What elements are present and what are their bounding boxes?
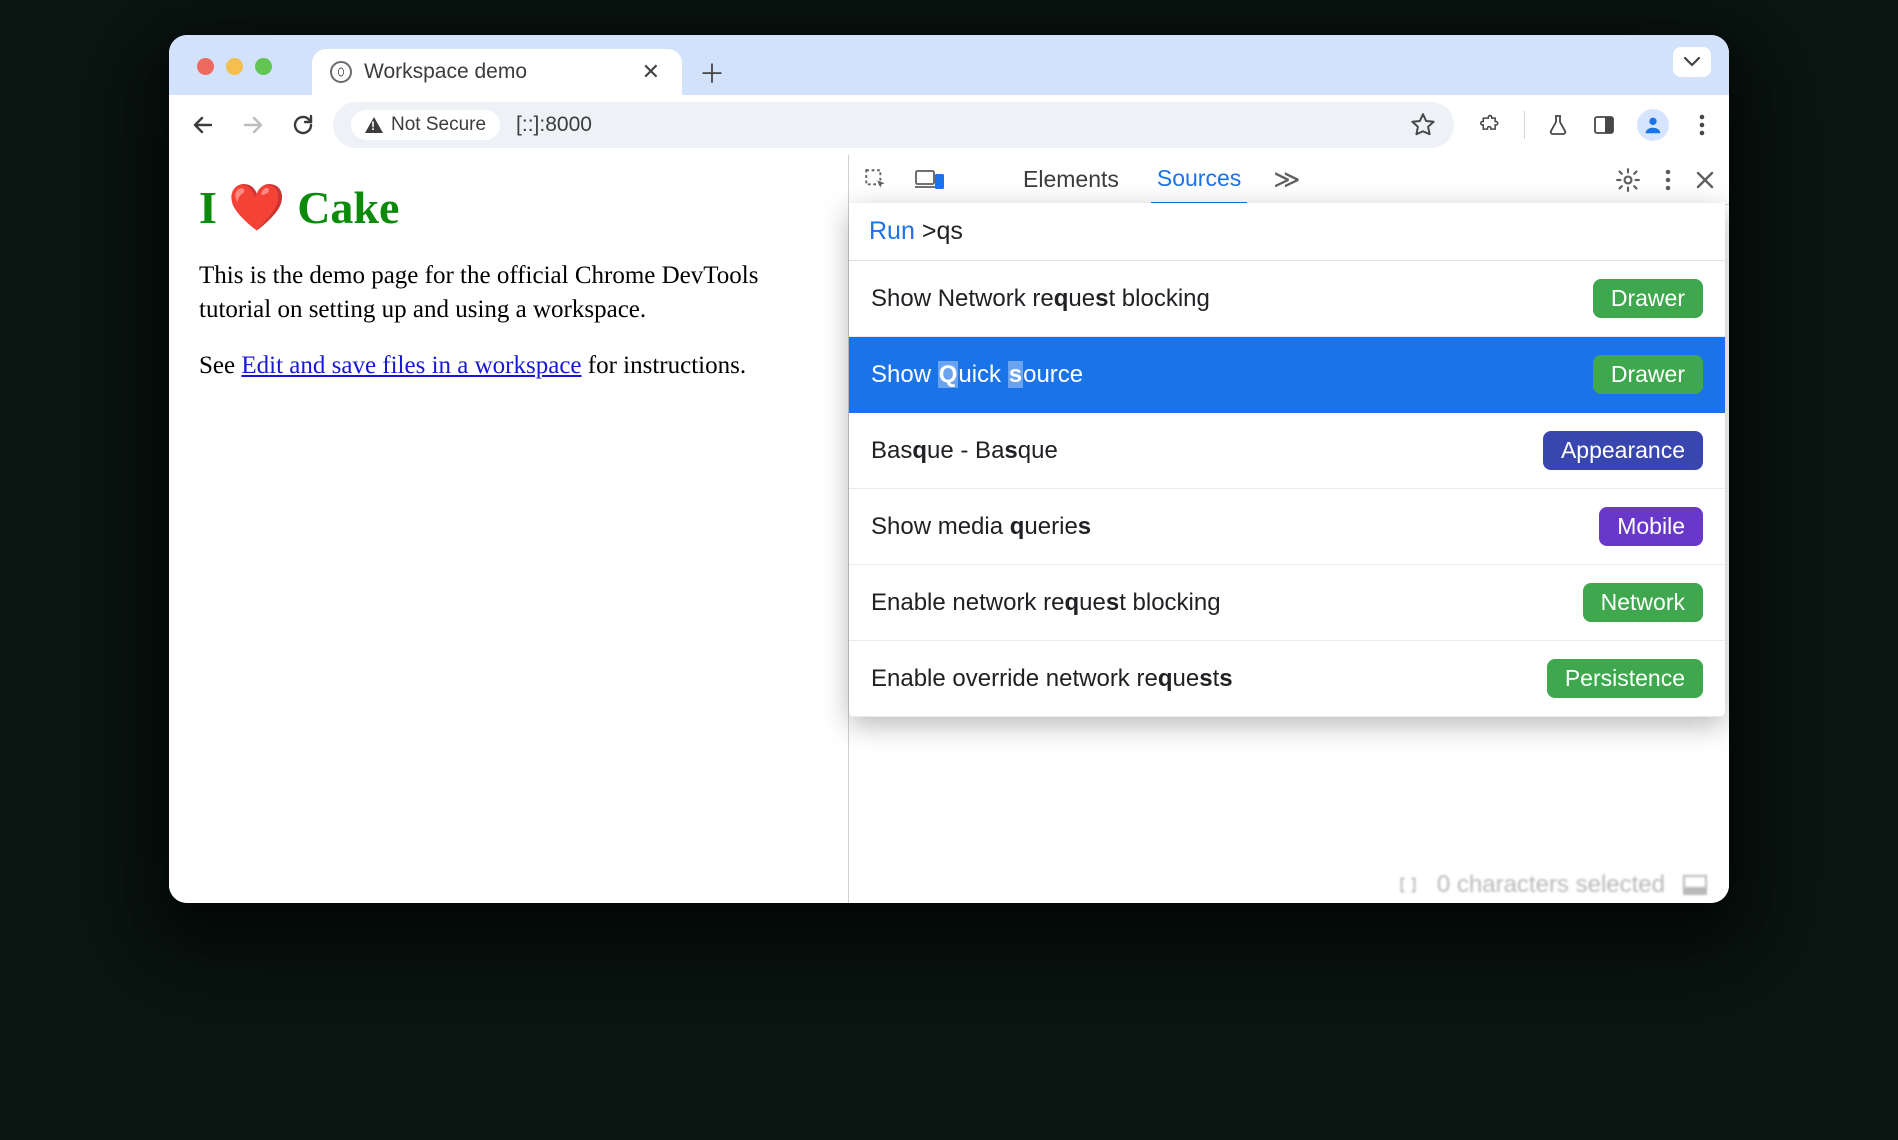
command-menu-item[interactable]: Show Quick source Drawer <box>849 337 1725 413</box>
window-traffic-lights <box>197 58 272 75</box>
window-controls-right <box>1673 47 1711 77</box>
forward-button[interactable] <box>233 105 273 145</box>
star-icon <box>1410 112 1436 138</box>
sidepanel-button[interactable] <box>1591 112 1617 138</box>
heart-icon: ❤️ <box>228 182 285 233</box>
command-item-badge: Mobile <box>1599 507 1703 546</box>
tab-title: Workspace demo <box>364 60 626 84</box>
command-item-label: Show Quick source <box>871 361 1083 389</box>
heading-suffix: Cake <box>286 182 400 233</box>
browser-toolbar: Not Secure [::]:8000 <box>169 95 1729 155</box>
command-item-label: Enable override network requests <box>871 665 1233 693</box>
brackets-icon <box>1397 874 1419 896</box>
command-menu: Run >qs Show Network request blocking Dra… <box>849 203 1725 717</box>
cmd-query-prefix: > <box>922 217 937 245</box>
browser-window: Workspace demo ✕ ＋ Not Secure [::]:8000 <box>169 35 1729 903</box>
close-icon <box>1695 170 1715 190</box>
command-item-badge: Persistence <box>1547 659 1703 698</box>
toolbar-divider <box>1524 111 1525 139</box>
command-item-label: Basque - Basque <box>871 437 1058 465</box>
page-heading: I ❤️ Cake <box>199 181 818 235</box>
tab-strip: Workspace demo ✕ ＋ <box>169 35 1729 95</box>
reload-button[interactable] <box>283 105 323 145</box>
page-paragraph-1: This is the demo page for the official C… <box>199 259 818 327</box>
warning-icon <box>365 117 383 133</box>
inspect-icon <box>863 167 889 193</box>
devtools-tab-bar: Elements Sources ≫ <box>849 155 1729 205</box>
inspect-element-button[interactable] <box>863 167 889 193</box>
reload-icon <box>291 113 315 137</box>
panel-icon <box>1592 113 1616 137</box>
tabs-dropdown-button[interactable] <box>1673 47 1711 77</box>
devtools-settings-button[interactable] <box>1615 167 1641 193</box>
page-paragraph-2: See Edit and save files in a workspace f… <box>199 349 818 383</box>
security-chip[interactable]: Not Secure <box>351 110 500 140</box>
command-menu-list: Show Network request blockingDrawerShow … <box>849 261 1725 717</box>
command-item-badge: Drawer <box>1593 355 1703 394</box>
page-content: I ❤️ Cake This is the demo page for the … <box>169 155 849 903</box>
para2-prefix: See <box>199 352 241 379</box>
chrome-menu-button[interactable] <box>1689 112 1715 138</box>
browser-tab[interactable]: Workspace demo ✕ <box>312 49 682 95</box>
arrow-right-icon <box>241 113 265 137</box>
content-area: I ❤️ Cake This is the demo page for the … <box>169 155 1729 903</box>
command-menu-item[interactable]: Basque - Basque Appearance <box>849 413 1725 489</box>
command-item-badge: Network <box>1583 583 1703 622</box>
devtools-menu-button[interactable] <box>1665 169 1671 191</box>
cmd-query-text: qs <box>936 217 962 245</box>
arrow-left-icon <box>191 113 215 137</box>
extensions-button[interactable] <box>1478 112 1504 138</box>
close-tab-button[interactable]: ✕ <box>638 59 664 85</box>
kebab-icon <box>1665 169 1671 191</box>
devtools-close-button[interactable] <box>1695 170 1715 190</box>
devices-icon <box>915 168 945 192</box>
chevron-down-icon <box>1684 57 1700 67</box>
puzzle-icon <box>1479 113 1503 137</box>
bookmark-button[interactable] <box>1410 112 1436 138</box>
command-menu-item[interactable]: Show media queries Mobile <box>849 489 1725 565</box>
gear-icon <box>1615 167 1641 193</box>
para2-suffix: for instructions. <box>582 352 747 379</box>
person-icon <box>1642 114 1664 136</box>
command-item-badge: Appearance <box>1543 431 1703 470</box>
tab-elements[interactable]: Elements <box>1017 156 1125 203</box>
command-menu-item[interactable]: Enable override network requests Persiste… <box>849 641 1725 717</box>
device-toolbar-button[interactable] <box>915 168 945 192</box>
kebab-icon <box>1699 114 1705 136</box>
command-menu-item[interactable]: Enable network request blocking Network <box>849 565 1725 641</box>
workspace-tutorial-link[interactable]: Edit and save files in a workspace <box>241 352 581 379</box>
address-bar[interactable]: Not Secure [::]:8000 <box>333 102 1454 148</box>
devtools-panel: Elements Sources ≫ Run <box>849 155 1729 903</box>
maximize-window-button[interactable] <box>255 58 272 75</box>
minimize-window-button[interactable] <box>226 58 243 75</box>
labs-button[interactable] <box>1545 112 1571 138</box>
heading-prefix: I <box>199 182 228 233</box>
tab-sources[interactable]: Sources <box>1151 155 1247 205</box>
command-item-label: Show media queries <box>871 513 1091 541</box>
profile-button[interactable] <box>1637 109 1669 141</box>
command-item-badge: Drawer <box>1593 279 1703 318</box>
flask-icon <box>1546 113 1570 137</box>
command-menu-item[interactable]: Show Network request blocking Drawer <box>849 261 1725 337</box>
command-menu-input[interactable]: Run >qs <box>849 203 1725 261</box>
cmd-run-label: Run <box>869 217 915 245</box>
command-item-label: Show Network request blocking <box>871 285 1210 313</box>
globe-icon <box>330 61 352 83</box>
security-label: Not Secure <box>391 114 486 136</box>
new-tab-button[interactable]: ＋ <box>692 52 732 92</box>
command-item-label: Enable network request blocking <box>871 589 1221 617</box>
url-text: [::]:8000 <box>516 113 592 137</box>
toolbar-right <box>1464 109 1715 141</box>
more-tabs-button[interactable]: ≫ <box>1273 164 1300 195</box>
panel-layout-icon <box>1683 875 1707 895</box>
footer-text: 0 characters selected <box>1437 871 1665 899</box>
back-button[interactable] <box>183 105 223 145</box>
close-window-button[interactable] <box>197 58 214 75</box>
devtools-footer: 0 characters selected <box>1397 871 1707 899</box>
